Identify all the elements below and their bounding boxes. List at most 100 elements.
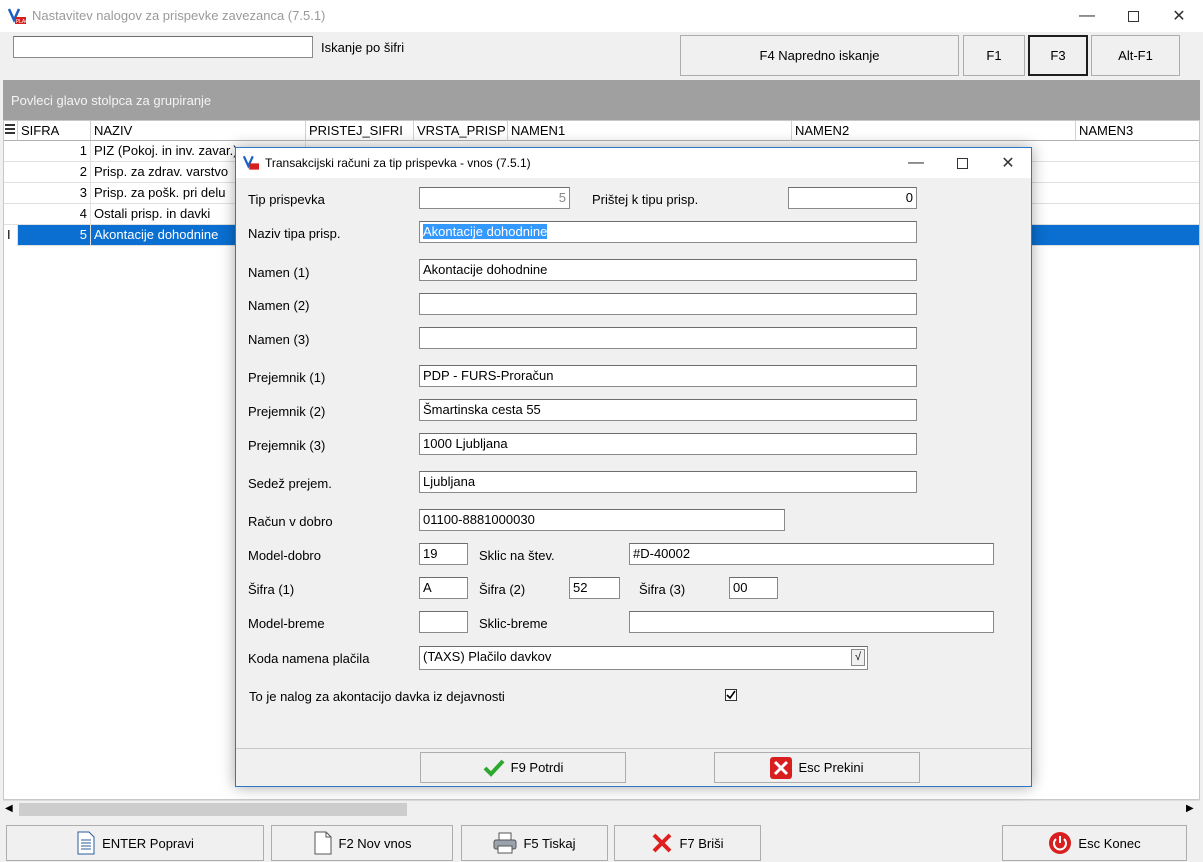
scroll-right-icon[interactable]: ▶ [1186, 803, 1194, 814]
horizontal-scrollbar[interactable]: ◀ ▶ [3, 800, 1200, 818]
print-button-label: F5 Tiskaj [523, 835, 576, 851]
model-breme-field[interactable] [419, 611, 468, 633]
akontacija-checkbox[interactable] [725, 689, 737, 701]
column-header-naziv[interactable]: NAZIV [91, 121, 306, 141]
sifra1-field[interactable]: A [419, 577, 468, 599]
label-model-dobro: Model-dobro [248, 548, 321, 563]
dialog-footer: F9 Potrdi Esc Prekini [236, 748, 1031, 786]
search-input[interactable] [13, 36, 313, 58]
advanced-search-button[interactable]: F4 Napredno iskanje [680, 35, 959, 76]
cancel-button-label: Esc Prekini [798, 760, 864, 775]
dialog-title: Transakcijski računi za tip prispevka - … [265, 156, 531, 170]
cancel-button[interactable]: Esc Prekini [714, 752, 920, 783]
entry-dialog: Transakcijski računi za tip prispevka - … [235, 147, 1032, 787]
delete-button[interactable]: F7 Briši [614, 825, 761, 861]
prejemnik2-field[interactable]: Šmartinska cesta 55 [419, 399, 917, 421]
close-icon[interactable]: ✕ [1156, 0, 1202, 32]
search-label: Iskanje po šifri [321, 40, 405, 55]
namen1-field[interactable]: Akontacije dohodnine [419, 259, 917, 281]
scrollbar-thumb[interactable] [19, 803, 407, 816]
delete-x-icon [653, 833, 672, 853]
dialog-maximize-icon[interactable] [939, 148, 985, 178]
new-document-icon [314, 831, 331, 855]
sifra3-field[interactable]: 00 [729, 577, 778, 599]
dialog-close-icon[interactable]: ✕ [985, 148, 1031, 178]
namen3-field[interactable] [419, 327, 917, 349]
new-entry-button-label: F2 Nov vnos [338, 835, 412, 851]
label-sifra1: Šifra (1) [248, 582, 295, 597]
svg-text:PLACE: PLACE [16, 19, 26, 24]
column-header-namen3[interactable]: NAMEN3 [1076, 121, 1199, 141]
footer-toolbar: ENTER Popravi F2 Nov vnos F5 Tiskaj F7 B… [0, 822, 1203, 862]
label-sedez: Sedež prejem. [248, 476, 332, 491]
maximize-icon[interactable] [1110, 0, 1156, 32]
main-title-bar: PLACE Nastavitev nalogov za prispevke za… [0, 0, 1203, 32]
namen2-field[interactable] [419, 293, 917, 315]
print-button[interactable]: F5 Tiskaj [461, 825, 608, 861]
cell-sifra: 3 [18, 183, 91, 204]
cell-sifra: 4 [18, 204, 91, 225]
sedez-field[interactable]: Ljubljana [419, 471, 917, 493]
label-tip: Tip prispevka [248, 192, 325, 207]
pristej-field[interactable]: 0 [788, 187, 917, 209]
label-prejemnik3: Prejemnik (3) [248, 438, 326, 453]
document-icon [77, 831, 95, 855]
tip-field[interactable]: 5 [419, 187, 570, 209]
sklic-stev-field[interactable]: #D-40002 [629, 543, 994, 565]
scroll-left-icon[interactable]: ◀ [5, 803, 13, 814]
exit-button-label: Esc Konec [1078, 835, 1141, 851]
model-dobro-field[interactable]: 19 [419, 543, 468, 565]
naziv-field[interactable]: Akontacije dohodnine [419, 221, 917, 243]
prejemnik3-field[interactable]: 1000 Ljubljana [419, 433, 917, 455]
minimize-icon[interactable]: — [1064, 0, 1110, 32]
cell-sifra: 5 [18, 225, 91, 246]
label-pristej: Prištej k tipu prisp. [592, 192, 699, 207]
column-header-pristej-sifri[interactable]: PRISTEJ_SIFRI [306, 121, 414, 141]
cancel-x-icon [770, 756, 793, 779]
label-sifra2: Šifra (2) [479, 582, 526, 597]
app-logo-icon: PLACE [8, 8, 26, 24]
confirm-button[interactable]: F9 Potrdi [420, 752, 626, 783]
koda-selected-value: (TAXS) Plačilo davkov [423, 649, 552, 664]
power-icon [1049, 832, 1072, 854]
edit-button[interactable]: ENTER Popravi [6, 825, 264, 861]
column-header-sifra[interactable]: SIFRA [18, 121, 91, 141]
group-by-panel[interactable]: Povleci glavo stolpca za grupiranje [3, 80, 1200, 120]
window-title: Nastavitev nalogov za prispevke zavezanc… [32, 8, 326, 23]
prejemnik1-field[interactable]: PDP - FURS-Proračun [419, 365, 917, 387]
dropdown-icon[interactable]: √ [851, 649, 865, 666]
f3-button[interactable]: F3 [1028, 35, 1088, 76]
label-prejemnik2: Prejemnik (2) [248, 404, 326, 419]
column-header-namen1[interactable]: NAMEN1 [508, 121, 792, 141]
label-namen3: Namen (3) [248, 332, 310, 347]
sifra2-field[interactable]: 52 [569, 577, 620, 599]
cell-sifra: 2 [18, 162, 91, 183]
dialog-title-bar: Transakcijski računi za tip prispevka - … [236, 148, 1031, 178]
koda-select[interactable]: (TAXS) Plačilo davkov √ [419, 646, 868, 670]
sklic-breme-field[interactable] [629, 611, 994, 633]
exit-button[interactable]: Esc Konec [1002, 825, 1187, 861]
dialog-minimize-icon[interactable]: — [893, 148, 939, 178]
label-naziv: Naziv tipa prisp. [248, 226, 341, 241]
label-koda: Koda namena plačila [248, 651, 370, 666]
label-akontacija: To je nalog za akontacijo davka iz dejav… [249, 689, 505, 704]
app-logo-icon [243, 155, 259, 170]
new-entry-button[interactable]: F2 Nov vnos [271, 825, 453, 861]
alt-f1-button[interactable]: Alt-F1 [1091, 35, 1180, 76]
label-namen2: Namen (2) [248, 298, 310, 313]
label-sklic-stev: Sklic na štev. [479, 548, 555, 563]
column-header-vrsta-prisp[interactable]: VRSTA_PRISP [414, 121, 508, 141]
racun-field[interactable]: 01100-8881000030 [419, 509, 785, 531]
label-model-breme: Model-breme [248, 616, 325, 631]
label-namen1: Namen (1) [248, 265, 310, 280]
row-cursor-icon: I [4, 225, 18, 246]
label-sklic-breme: Sklic-breme [479, 616, 548, 631]
label-prejemnik1: Prejemnik (1) [248, 370, 326, 385]
grid-menu-icon[interactable] [4, 121, 18, 141]
column-header-namen2[interactable]: NAMEN2 [792, 121, 1076, 141]
cell-sifra: 1 [18, 141, 91, 162]
label-racun: Račun v dobro [248, 514, 333, 529]
checkmark-icon [726, 690, 736, 700]
printer-icon [493, 832, 517, 854]
f1-button[interactable]: F1 [963, 35, 1025, 76]
